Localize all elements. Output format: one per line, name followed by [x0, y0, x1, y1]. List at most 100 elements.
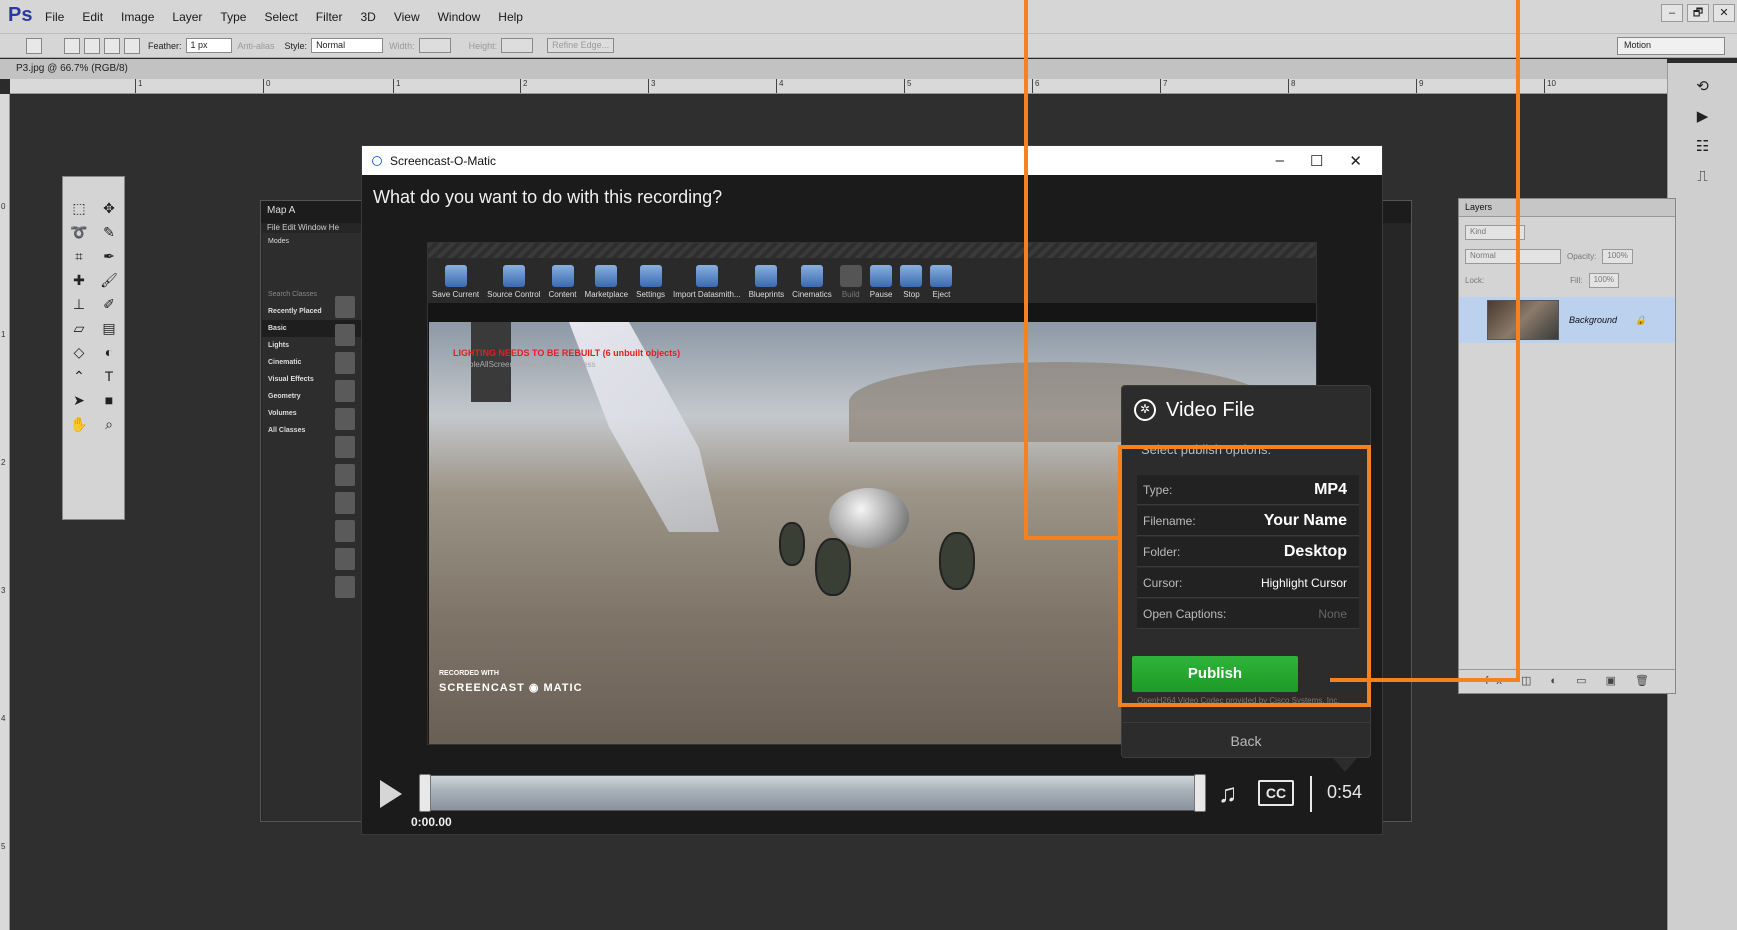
ruler-tick: 5 [1, 842, 6, 851]
width-label: Width: [389, 40, 415, 51]
trim-start-handle[interactable] [419, 774, 431, 812]
menu-help[interactable]: Help [489, 10, 532, 24]
menu-view[interactable]: View [385, 10, 429, 24]
history-icon[interactable]: ⟲ [1691, 75, 1715, 99]
blur-icon[interactable]: ◇ [67, 343, 91, 361]
ruler-tick: 4 [1, 714, 6, 723]
eraser-icon[interactable]: ▱ [67, 319, 91, 337]
popup-pointer [1333, 758, 1357, 772]
timeline-bar[interactable] [420, 775, 1206, 811]
lasso-icon[interactable]: ➰ [67, 223, 91, 241]
style-select[interactable]: Normal [311, 38, 384, 53]
width-input[interactable] [418, 38, 451, 53]
toolbar-label: Source Control [487, 290, 541, 299]
menu-window[interactable]: Window [429, 10, 490, 24]
dodge-icon[interactable]: ◐ [97, 343, 121, 361]
maximize-button[interactable]: ☐ [1310, 152, 1323, 170]
actions-icon[interactable]: ▶ [1691, 105, 1715, 129]
layer-row[interactable]: Background 🔒 [1459, 297, 1675, 343]
hand-icon[interactable]: ✋ [67, 415, 91, 433]
captions-button[interactable]: CC [1258, 780, 1294, 806]
annotation-line [1024, 536, 1120, 540]
close-button[interactable]: ✕ [1349, 152, 1362, 170]
menu-bar: Ps File Edit Image Layer Type Select Fil… [0, 0, 1737, 34]
trim-end-handle[interactable] [1194, 774, 1206, 812]
ruler-tick: 3 [648, 79, 655, 93]
menu-filter[interactable]: Filter [307, 10, 352, 24]
menu-file[interactable]: File [36, 10, 73, 24]
teapot [829, 488, 909, 548]
back-button[interactable]: Back [1121, 722, 1371, 758]
workspace-select[interactable]: Motion [1617, 37, 1725, 55]
path-select-icon[interactable]: ➤ [67, 391, 91, 409]
right-dock: ⟲ ▶ ☷ ⎍ [1667, 63, 1737, 930]
horizontal-ruler: 1 0 1 2 3 4 5 6 7 8 9 10 [10, 79, 1667, 94]
quick-select-icon[interactable]: ✎ [97, 223, 121, 241]
new-selection-icon[interactable] [64, 37, 80, 54]
refine-edge-button[interactable]: Refine Edge... [547, 38, 615, 53]
popup-title: Video File [1166, 398, 1255, 421]
add-selection-icon[interactable] [84, 37, 100, 54]
antialias-checkbox[interactable]: Anti-alias [238, 41, 275, 51]
import-datasmith-button: Import Datasmith... [673, 265, 741, 299]
height-input[interactable] [501, 38, 534, 53]
menu-select[interactable]: Select [255, 10, 306, 24]
opacity-input[interactable]: 100% [1602, 248, 1633, 264]
lighting-warning: LIGHTING NEEDS TO BE REBUILT (6 unbuilt … [453, 348, 681, 358]
crop-icon[interactable]: ⌗ [67, 247, 91, 265]
watermark-line1: RECORDED WITH [439, 670, 499, 677]
blend-mode-select[interactable]: Normal [1465, 248, 1561, 264]
layers-title[interactable]: Layers [1459, 199, 1675, 217]
menu-type[interactable]: Type [211, 10, 255, 24]
ruler-tick: 2 [520, 79, 527, 93]
menu-image[interactable]: Image [112, 10, 163, 24]
menu-layer[interactable]: Layer [163, 10, 211, 24]
marquee-tool-icon[interactable] [26, 37, 42, 54]
type-icon[interactable]: T [97, 367, 121, 385]
feather-input[interactable]: 1 px [185, 38, 232, 53]
close-button[interactable]: ✕ [1713, 4, 1735, 22]
film-reel-icon: ✲ [1134, 399, 1156, 421]
minimize-button[interactable]: – [1661, 4, 1683, 22]
ruler-tick: 2 [1, 458, 6, 467]
annotation-line [1024, 0, 1028, 540]
brush-icon[interactable]: 🖌 [97, 271, 121, 289]
lock-icon: 🔒 [1635, 314, 1647, 325]
healing-icon[interactable]: ✚ [67, 271, 91, 289]
move-icon[interactable]: ✥ [97, 199, 121, 217]
menu-3d[interactable]: 3D [351, 10, 384, 24]
shape-icon[interactable]: ■ [97, 391, 121, 409]
annotation-box [1118, 445, 1371, 707]
ruler-tick: 1 [135, 79, 142, 93]
play-icon[interactable] [380, 780, 402, 808]
toolbar-label: Marketplace [584, 290, 629, 299]
history-brush-icon[interactable]: ✐ [97, 295, 121, 313]
music-icon[interactable]: ♫ [1218, 778, 1238, 809]
zoom-icon[interactable]: ⌕ [97, 415, 121, 433]
fill-label: Fill: [1570, 275, 1583, 285]
eject-button: Eject [930, 265, 953, 299]
restore-button[interactable]: 🗗 [1687, 4, 1709, 22]
adjustments-icon[interactable]: ⎍ [1691, 165, 1715, 189]
intersect-selection-icon[interactable] [124, 37, 140, 54]
gradient-icon[interactable]: ▤ [97, 319, 121, 337]
pen-icon[interactable]: ⌃ [67, 367, 91, 385]
stamp-icon[interactable]: ⊥ [67, 295, 91, 313]
watermark-line2: SCREENCAST ◉ MATIC [439, 682, 583, 694]
subtract-selection-icon[interactable] [104, 37, 120, 54]
fill-input[interactable]: 100% [1588, 272, 1620, 288]
screencast-logo-icon [372, 155, 382, 166]
eyedropper-icon[interactable]: ✒ [97, 247, 121, 265]
annotation-line [1330, 678, 1520, 682]
marquee-icon[interactable]: ⬚ [67, 199, 91, 217]
dialog-titlebar: Screencast-O-Matic – ☐ ✕ [362, 146, 1382, 175]
document-tab[interactable]: P3.jpg @ 66.7% (RGB/8) [0, 59, 1667, 79]
properties-icon[interactable]: ☷ [1691, 135, 1715, 159]
toolbar-label: Eject [932, 290, 951, 299]
layer-thumbnail [1487, 300, 1559, 340]
toolbar-label: Build [841, 290, 860, 299]
minimize-button[interactable]: – [1276, 152, 1284, 170]
blueprints-button: Blueprints [748, 265, 785, 299]
toolbar-label: Blueprints [748, 290, 785, 299]
menu-edit[interactable]: Edit [73, 10, 112, 24]
